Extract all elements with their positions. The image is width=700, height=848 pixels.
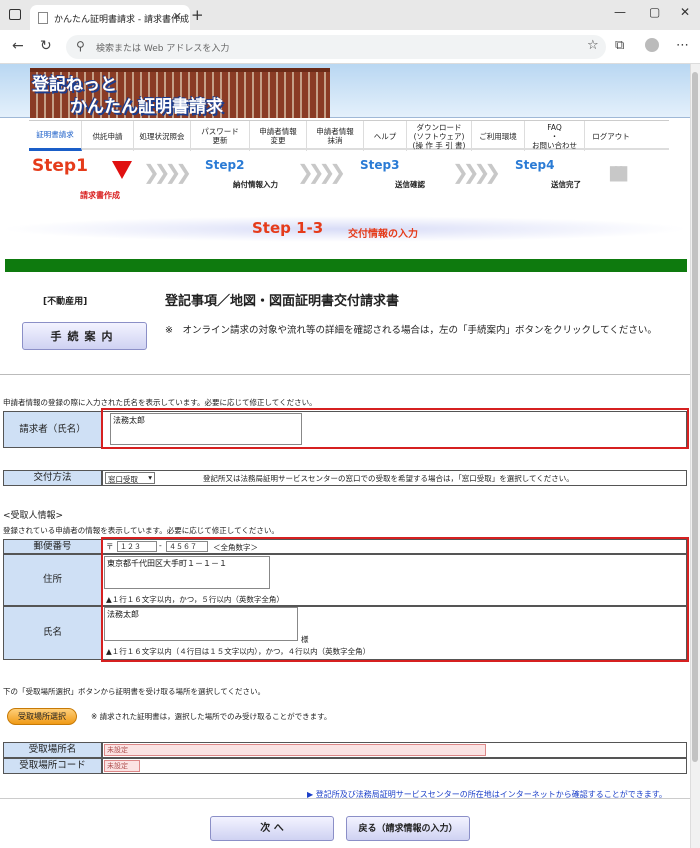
delivery-selected: 窓口受取 (108, 475, 138, 484)
divider (0, 798, 690, 799)
menu-label: ご利用環境 (479, 131, 517, 141)
menu-item-download[interactable]: ダウンロード (ソフトウェア) (操 作 手 引 書) (407, 121, 472, 151)
site-logo-line2: かんたん証明書請求 (70, 97, 223, 117)
delivery-method-label: 交付方法 (3, 470, 102, 486)
recipient-section-title: <受取人情報> (3, 511, 64, 521)
pickup-code-field: 未設定 (104, 760, 140, 772)
tab-title: かんたん証明書請求 - 請求書作成 (54, 15, 189, 25)
reload-icon[interactable]: ↻ (40, 38, 52, 54)
pickup-note: ※ 請求された証明書は，選択した場所でのみ受け取ることができます。 (91, 712, 332, 721)
chevron-right-icon: ❯❯❯❯ (297, 160, 346, 184)
current-step-arrow-icon (112, 161, 132, 179)
more-menu-icon[interactable]: ⋯ (676, 38, 689, 53)
close-window-icon[interactable]: ✕ (680, 5, 690, 19)
applicant-name-label: 請求者（氏名） (3, 411, 102, 448)
highlight-box (101, 537, 689, 662)
tab-close-icon[interactable]: ✕ (173, 10, 182, 23)
pickup-code-label: 受取場所コード (3, 758, 102, 774)
recipient-name-label: 氏名 (3, 606, 102, 660)
step4-sub: 送信完了 (551, 180, 581, 189)
menu-label: ヘルプ (373, 131, 397, 141)
address-placeholder: 検索または Web アドレスを入力 (96, 44, 230, 54)
step-title: Step 1-3 (252, 219, 324, 237)
step2-sub: 納付情報入力 (233, 180, 278, 189)
back-icon[interactable]: ← (12, 38, 24, 54)
pickup-place-field: 未設定 (104, 744, 486, 756)
step2-label: Step2 (205, 158, 245, 172)
maximize-icon[interactable]: ▢ (649, 5, 660, 19)
menu-label: 供託申請 (92, 131, 123, 141)
new-tab-icon[interactable]: + (191, 6, 204, 24)
menu-item-deposit[interactable]: 供託申請 (82, 121, 134, 151)
step3-sub: 送信確認 (395, 180, 425, 189)
applicant-info: 申請者情報の登録の際に入力された氏名を表示しています。必要に応じて修正してくださ… (3, 398, 317, 407)
chevron-right-icon: ❯❯❯❯ (452, 160, 501, 184)
pickup-instruction: 下の「受取場所選択」ボタンから証明書を受け取る場所を選択してください。 (3, 687, 266, 696)
menu-label: FAQ ・ お問い合わせ (532, 122, 577, 150)
recipient-info: 登録されている申請者の情報を表示しています。必要に応じて修正してください。 (3, 526, 279, 535)
pickup-location-button[interactable]: 受取場所選択 (7, 708, 77, 725)
chevron-right-icon: ❯❯❯❯ (143, 160, 192, 184)
address-label: 住所 (3, 554, 102, 606)
chevron-down-icon: ▾ (148, 473, 152, 482)
main-menu: 証明書請求 供託申請 処理状況照会 パスワード 更新 申請者情報 変更 申請者情… (29, 120, 669, 151)
page-favicon-icon (38, 12, 48, 24)
step-subtitle: 交付情報の入力 (348, 229, 418, 240)
menu-item-applicant-delete[interactable]: 申請者情報 抹消 (307, 121, 364, 151)
browser-tab-bar: かんたん証明書請求 - 請求書作成 ✕ + — ▢ ✕ (0, 0, 700, 30)
step3-label: Step3 (360, 158, 400, 172)
pickup-place-label: 受取場所名 (3, 742, 102, 758)
guide-note: ※ オンライン請求の対象や流れ等の詳細を確認される場合は，左の「手続案内」ボタン… (165, 325, 657, 336)
menu-label: 証明書請求 (36, 130, 74, 139)
highlight-box (101, 408, 689, 449)
menu-item-applicant-change[interactable]: 申請者情報 変更 (250, 121, 307, 151)
step-title-band (0, 216, 690, 242)
menu-item-logout[interactable]: ログアウト (585, 121, 637, 151)
guide-button[interactable]: 手続案内 (22, 322, 147, 350)
divider (0, 374, 690, 375)
scrollbar-thumb[interactable] (692, 72, 698, 762)
search-icon: ⚲ (76, 39, 85, 53)
address-toolbar: ← ↻ ⚲ 検索または Web アドレスを入力 ☆ ⧉ ⋯ (0, 30, 700, 64)
back-button[interactable]: 戻る（請求情報の入力） (346, 816, 470, 841)
menu-label: 申請者情報 抹消 (316, 127, 354, 145)
page-content: 登記ねっと かんたん証明書請求 証明書請求 供託申請 処理状況照会 パスワード … (0, 64, 700, 848)
menu-label: 申請者情報 変更 (259, 127, 297, 145)
address-bar[interactable]: ⚲ 検索または Web アドレスを入力 (66, 35, 606, 59)
next-button[interactable]: 次 へ (210, 816, 334, 841)
menu-item-help[interactable]: ヘルプ (364, 121, 407, 151)
browser-tab[interactable]: かんたん証明書請求 - 請求書作成 ✕ (30, 5, 190, 30)
menu-item-environment[interactable]: ご利用環境 (472, 121, 525, 151)
step1-label: Step1 (32, 156, 88, 176)
menu-label: ダウンロード (ソフトウェア) (操 作 手 引 書) (412, 122, 466, 150)
collections-icon[interactable]: ⧉ (615, 38, 624, 53)
delivery-method-select[interactable]: 窓口受取 ▾ (105, 472, 155, 484)
menu-label: パスワード 更新 (201, 127, 239, 145)
minimize-icon[interactable]: — (614, 5, 626, 19)
menu-item-status[interactable]: 処理状況照会 (134, 121, 191, 151)
step1-sub: 請求書作成 (80, 191, 120, 200)
category-label: [不動産用] (43, 297, 88, 307)
menu-label: ログアウト (592, 131, 630, 141)
delivery-note: 登記所又は法務局証明サービスセンターの窓口での受取を希望する場合は，「窓口受取」… (203, 474, 574, 483)
form-title: 登記事項／地図・図面証明書交付請求書 (165, 294, 400, 309)
postal-code-label: 郵便番号 (3, 539, 102, 554)
favorites-icon[interactable]: ☆ (587, 38, 599, 53)
window-menu-icon[interactable] (9, 9, 21, 20)
chevron-right-icon: ▮▮▮ (608, 160, 629, 184)
menu-item-faq[interactable]: FAQ ・ お問い合わせ (525, 121, 585, 151)
menu-label: 処理状況照会 (139, 131, 185, 141)
profile-avatar[interactable] (645, 38, 659, 52)
menu-item-password[interactable]: パスワード 更新 (191, 121, 250, 151)
green-divider (5, 259, 687, 272)
site-banner: 登記ねっと かんたん証明書請求 (0, 64, 690, 118)
pickup-code-cell (102, 758, 687, 774)
step4-label: Step4 (515, 158, 555, 172)
menu-item-certificate[interactable]: 証明書請求 (29, 121, 82, 151)
